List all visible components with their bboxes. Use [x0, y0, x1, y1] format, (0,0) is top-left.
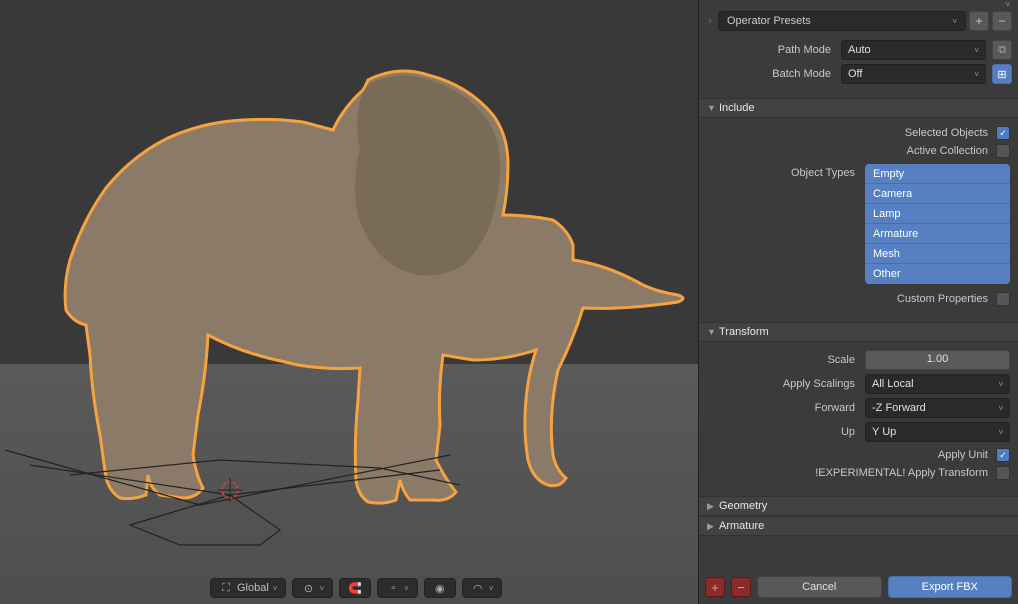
footer-add-button[interactable]: + — [705, 577, 725, 597]
forward-label: Forward — [707, 402, 859, 414]
custom-properties-checkbox[interactable] — [996, 292, 1010, 306]
armature-title: Armature — [719, 520, 764, 532]
disclosure-right-icon: ▶ — [707, 501, 719, 512]
proportional-toggle[interactable]: ◉ — [424, 578, 456, 598]
up-label: Up — [707, 426, 859, 438]
batch-mode-dropdown[interactable]: Off˅ — [841, 64, 986, 84]
falloff-icon: ◠ — [471, 581, 485, 595]
object-type-armature[interactable]: Armature — [865, 224, 1010, 244]
disclosure-down-icon: ▼ — [707, 327, 719, 337]
object-types-label: Object Types — [707, 164, 859, 179]
preset-remove-button[interactable]: − — [992, 11, 1012, 31]
orientation-dropdown[interactable]: ⛶ Global ˅ — [210, 578, 286, 598]
object-type-other[interactable]: Other — [865, 264, 1010, 284]
path-mode-icon-button[interactable]: ⧉ — [992, 40, 1012, 60]
pivot-dropdown[interactable]: ⊙˅ — [292, 578, 333, 598]
orientation-label: Global — [237, 582, 269, 594]
geometry-title: Geometry — [719, 500, 767, 512]
snap-element-icon: ▫ — [386, 581, 400, 595]
footer-remove-button[interactable]: − — [731, 577, 751, 597]
apply-scalings-dropdown[interactable]: All Local˅ — [865, 374, 1010, 394]
custom-properties-label: Custom Properties — [897, 293, 988, 305]
include-section-header[interactable]: ▼ Include — [699, 98, 1018, 118]
geometry-section-header[interactable]: ▶ Geometry — [699, 496, 1018, 516]
apply-scalings-label: Apply Scalings — [707, 378, 859, 390]
magnet-icon: 🧲 — [348, 581, 362, 595]
object-type-lamp[interactable]: Lamp — [865, 204, 1010, 224]
3d-viewport[interactable]: ⛶ Global ˅ ⊙˅ 🧲 ▫˅ ◉ ◠˅ — [0, 0, 698, 604]
path-mode-dropdown[interactable]: Auto˅ — [841, 40, 986, 60]
scale-field[interactable]: 1.00 — [865, 350, 1010, 370]
3d-cursor-widget — [0, 450, 490, 580]
folder-icon: ⊞ — [995, 67, 1009, 81]
disclosure-down-icon: ▼ — [707, 103, 719, 113]
proportional-dropdown[interactable]: ◠˅ — [462, 578, 503, 598]
disclosure-right-icon: ▶ — [707, 521, 719, 532]
apply-unit-checkbox[interactable] — [996, 448, 1010, 462]
include-title: Include — [719, 102, 754, 114]
pivot-icon: ⊙ — [301, 581, 315, 595]
object-type-mesh[interactable]: Mesh — [865, 244, 1010, 264]
panel-caret-icon[interactable]: › — [705, 15, 715, 27]
cancel-button[interactable]: Cancel — [757, 576, 882, 598]
up-dropdown[interactable]: Y Up˅ — [865, 422, 1010, 442]
experimental-checkbox[interactable] — [996, 466, 1010, 480]
object-types-list: Empty Camera Lamp Armature Mesh Other — [865, 164, 1010, 284]
preset-add-button[interactable]: + — [969, 11, 989, 31]
active-collection-label: Active Collection — [907, 145, 988, 157]
snap-toggle[interactable]: 🧲 — [339, 578, 371, 598]
transform-title: Transform — [719, 326, 769, 338]
copy-icon: ⧉ — [995, 43, 1009, 57]
export-fbx-button[interactable]: Export FBX — [888, 576, 1013, 598]
export-panel: ˅ › Operator Presets ˅ + − Path Mode Aut… — [698, 0, 1018, 604]
apply-unit-label: Apply Unit — [938, 449, 988, 461]
viewport-toolbar: ⛶ Global ˅ ⊙˅ 🧲 ▫˅ ◉ ◠˅ — [210, 578, 502, 598]
orientation-icon: ⛶ — [219, 581, 233, 595]
panel-footer: + − Cancel Export FBX — [699, 570, 1018, 604]
selected-objects-checkbox[interactable] — [996, 126, 1010, 140]
forward-dropdown[interactable]: -Z Forward˅ — [865, 398, 1010, 418]
active-collection-checkbox[interactable] — [996, 144, 1010, 158]
object-type-empty[interactable]: Empty — [865, 164, 1010, 184]
transform-section-header[interactable]: ▼ Transform — [699, 322, 1018, 342]
scale-label: Scale — [707, 354, 859, 366]
panel-collapse-icon[interactable]: ˅ — [1005, 0, 1010, 9]
proportional-icon: ◉ — [433, 581, 447, 595]
path-mode-label: Path Mode — [705, 44, 835, 56]
snap-dropdown[interactable]: ▫˅ — [377, 578, 418, 598]
selected-objects-label: Selected Objects — [905, 127, 988, 139]
object-type-camera[interactable]: Camera — [865, 184, 1010, 204]
batch-mode-label: Batch Mode — [705, 68, 835, 80]
operator-presets-dropdown[interactable]: Operator Presets ˅ — [718, 11, 966, 31]
experimental-label: !EXPERIMENTAL! Apply Transform — [815, 467, 988, 479]
presets-label: Operator Presets — [727, 15, 811, 27]
batch-own-dir-button[interactable]: ⊞ — [992, 64, 1012, 84]
armature-section-header[interactable]: ▶ Armature — [699, 516, 1018, 536]
